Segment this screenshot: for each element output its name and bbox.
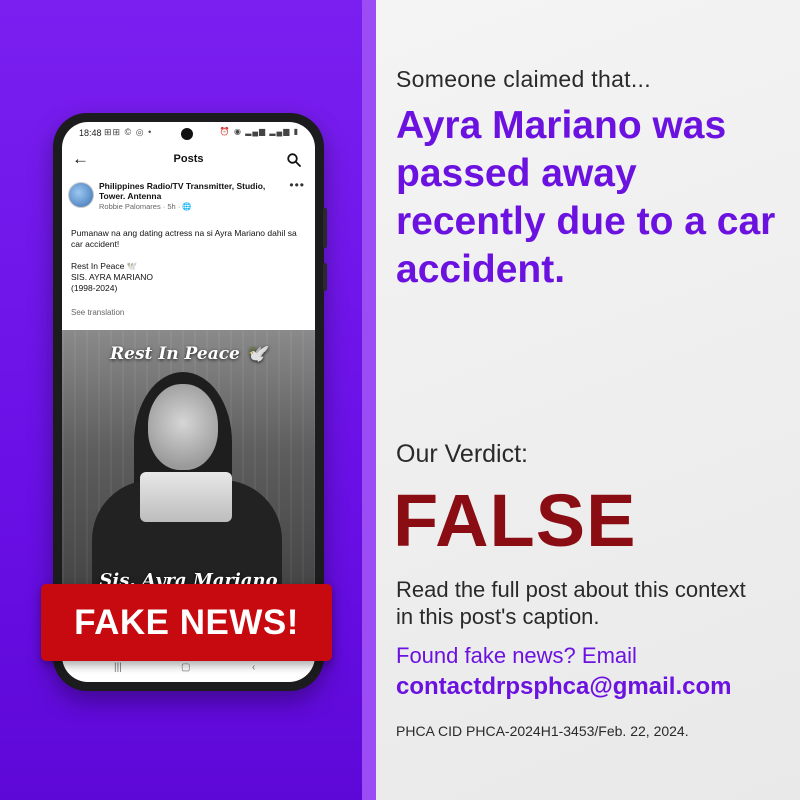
verdict-label: Our Verdict: bbox=[396, 440, 528, 468]
post-header: Philippines Radio/TV Transmitter, Studio… bbox=[62, 178, 315, 226]
post-text-line: Rest In Peace 🕊️ bbox=[71, 261, 138, 271]
post-meta: Robbie Palomares · 5h · 🌐 bbox=[99, 202, 192, 211]
globe-icon: 🌐 bbox=[182, 202, 192, 211]
see-translation-link[interactable]: See translation bbox=[71, 308, 124, 317]
recents-icon[interactable]: ||| bbox=[114, 662, 122, 673]
read-more-text: Read the full post about this context in… bbox=[396, 577, 746, 629]
phone-side-button bbox=[323, 208, 327, 248]
post-text-line: (1998-2024) bbox=[71, 283, 118, 293]
status-bar: 18:48 ⊞⊞ © ◎ • ⏰ ◉ ▂▄▆ ▂▄▆ ▮ bbox=[62, 122, 315, 146]
claim-text: Ayra Mariano was passed away recently du… bbox=[396, 104, 776, 291]
home-icon[interactable]: ▢ bbox=[181, 662, 190, 673]
post-author[interactable]: Robbie Palomares bbox=[99, 202, 161, 211]
post-time: 5h bbox=[167, 202, 176, 211]
post-text: Pumanaw na ang dating actress na si Ayra… bbox=[71, 228, 307, 294]
android-nav-bar: ||| ▢ ‹ bbox=[62, 658, 315, 680]
fake-news-banner: FAKE NEWS! bbox=[41, 584, 332, 661]
more-icon[interactable]: ••• bbox=[289, 178, 305, 192]
divider-band bbox=[362, 0, 376, 800]
post-text-line: Pumanaw na ang dating actress na si Ayra… bbox=[71, 228, 297, 249]
app-bar: ← Posts bbox=[62, 146, 315, 176]
photo-caption-top: Rest In Peace 🕊️ bbox=[110, 344, 267, 364]
page-avatar[interactable] bbox=[68, 182, 94, 208]
front-camera bbox=[181, 128, 193, 140]
claim-intro: Someone claimed that... bbox=[396, 66, 651, 92]
contact-email[interactable]: contactdrpsphca@gmail.com bbox=[396, 673, 731, 701]
status-time: 18:48 bbox=[79, 128, 102, 138]
fake-news-label: FAKE NEWS! bbox=[74, 602, 299, 642]
post-text-line: SIS. AYRA MARIANO bbox=[71, 272, 154, 282]
photo-face bbox=[148, 384, 218, 470]
page-name[interactable]: Philippines Radio/TV Transmitter, Studio… bbox=[99, 181, 279, 201]
phone-side-button bbox=[323, 263, 327, 291]
back-nav-icon[interactable]: ‹ bbox=[252, 662, 255, 673]
signal-battery-icons: ⏰ ◉ ▂▄▆ ▂▄▆ ▮ bbox=[219, 127, 299, 136]
case-id: PHCA CID PHCA-2024H1-3453/Feb. 22, 2024. bbox=[396, 723, 689, 739]
search-icon[interactable] bbox=[287, 153, 301, 167]
verdict-value: FALSE bbox=[393, 479, 637, 562]
photo-collar bbox=[140, 472, 232, 522]
page-title: Posts bbox=[173, 153, 204, 165]
found-fake-news-text: Found fake news? Email bbox=[396, 643, 637, 668]
notification-icons: ⊞⊞ © ◎ • bbox=[104, 127, 153, 137]
